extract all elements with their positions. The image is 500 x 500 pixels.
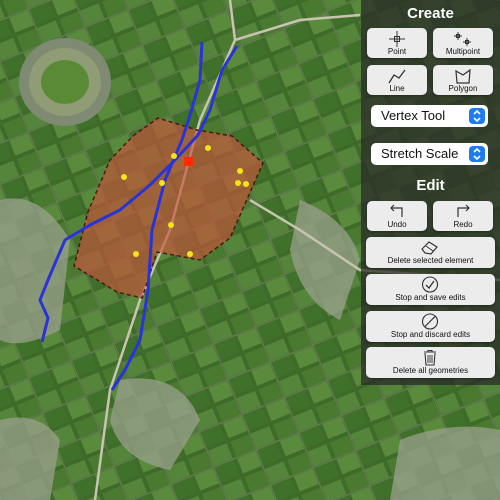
undo-arrow-icon [390,204,403,217]
stop-and-discard-button[interactable]: Stop and discard edits [366,311,495,342]
multipoint-tool-label: Multipoint [445,47,481,56]
point-marker[interactable] [205,145,211,151]
redo-arrow-icon [457,204,470,217]
point-marker[interactable] [237,168,243,174]
redo-label: Redo [453,220,473,229]
delete-selected-element-button[interactable]: Delete selected element [366,237,495,268]
create-heading: Create [407,5,454,22]
point-marker[interactable] [171,153,177,159]
tool-select[interactable]: Vertex Tool [371,105,488,127]
multipoint-tool-button[interactable]: Multipoint [433,28,493,58]
polygon-tool-label: Polygon [448,84,478,93]
delete-selected-label: Delete selected element [387,256,474,265]
no-circle-icon [421,313,439,330]
redo-button[interactable]: Redo [433,201,493,231]
line-tool-label: Line [389,84,405,93]
chevron-up-down-icon [469,108,485,124]
point-crosshair-icon [389,31,405,47]
point-marker[interactable] [243,181,249,187]
delete-all-label: Delete all geometries [392,366,469,375]
geometry-editor-panel: Create Point Multipoint Line Polygon Ver… [361,0,500,385]
trash-icon [424,349,436,366]
eraser-icon [421,241,438,255]
stop-and-discard-label: Stop and discard edits [390,330,471,339]
selected-vertex[interactable] [184,157,193,166]
point-marker[interactable] [159,180,165,186]
scale-select-value: Stretch Scale [381,146,459,161]
point-marker[interactable] [168,222,174,228]
point-tool-label: Point [387,47,407,56]
ring-fort [19,38,111,126]
undo-button[interactable]: Undo [367,201,427,231]
edit-heading: Edit [416,177,445,194]
point-marker[interactable] [133,251,139,257]
point-tool-button[interactable]: Point [367,28,427,58]
multipoint-icon [454,32,471,46]
tool-select-value: Vertex Tool [381,108,446,123]
polyline-icon [388,69,406,84]
checkmark-circle-icon [421,276,439,293]
point-marker[interactable] [187,251,193,257]
scale-select[interactable]: Stretch Scale [371,143,488,165]
stop-and-save-button[interactable]: Stop and save edits [366,274,495,305]
delete-all-geometries-button[interactable]: Delete all geometries [366,347,495,378]
polygon-tool-button[interactable]: Polygon [433,65,493,95]
stop-and-save-label: Stop and save edits [395,293,466,302]
chevron-up-down-icon [469,146,485,162]
point-marker[interactable] [121,174,127,180]
point-marker[interactable] [235,180,241,186]
polygon-icon [455,68,471,84]
line-tool-button[interactable]: Line [367,65,427,95]
undo-label: Undo [387,220,407,229]
